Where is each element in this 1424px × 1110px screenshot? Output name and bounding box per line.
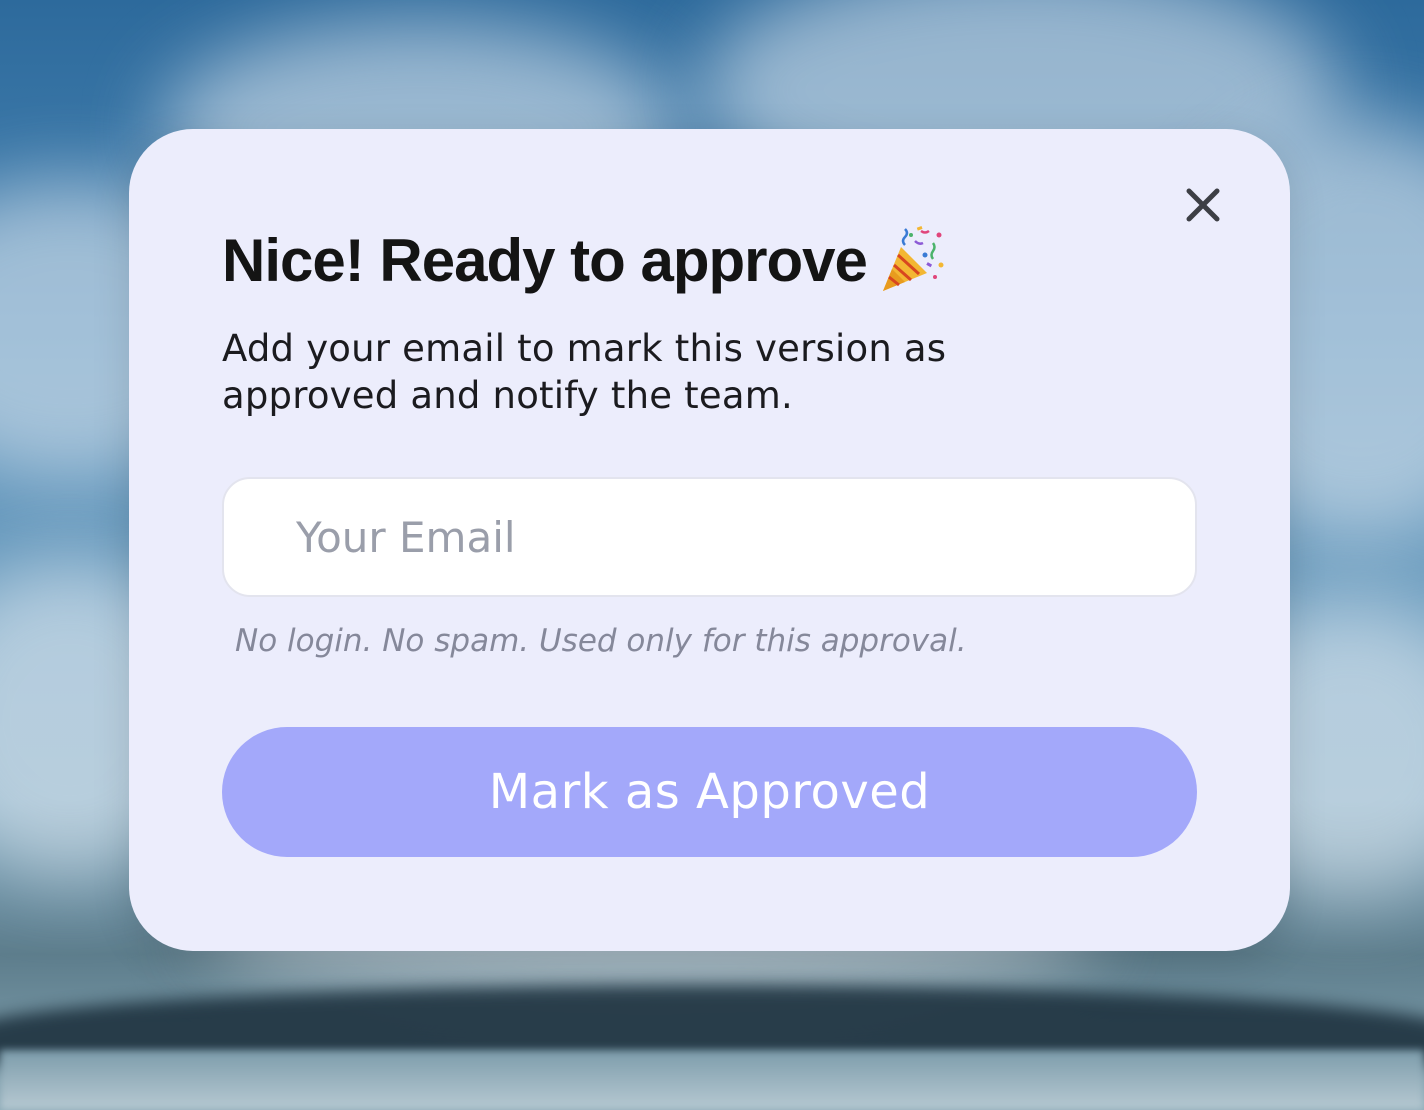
privacy-note: No login. No spam. Used only for this ap… [235, 623, 967, 659]
email-input[interactable] [222, 477, 1197, 597]
close-icon [1186, 188, 1220, 222]
mark-as-approved-label: Mark as Approved [488, 764, 931, 820]
dialog-title: Nice! Ready to approve [222, 227, 868, 294]
approval-dialog: Nice! Ready to approve Add your email to… [129, 129, 1290, 951]
party-popper-icon [882, 226, 944, 291]
close-button[interactable] [1179, 181, 1227, 229]
mark-as-approved-button[interactable]: Mark as Approved [222, 727, 1197, 857]
dialog-description: Add your email to mark this version as a… [222, 327, 947, 417]
dialog-header: Nice! Ready to approve [222, 225, 949, 297]
